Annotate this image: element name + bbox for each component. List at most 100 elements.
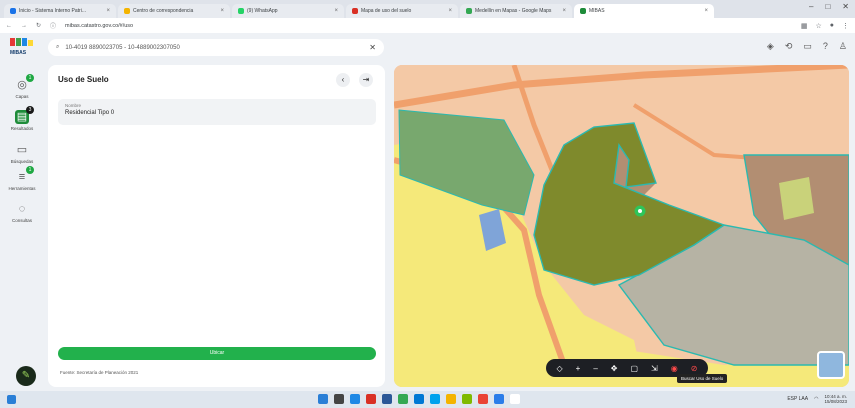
clock[interactable]: 10:44 a. m. 15/08/2023: [824, 394, 847, 404]
locate-button[interactable]: Ubicar: [58, 347, 376, 360]
tab-close-icon[interactable]: ×: [562, 8, 566, 14]
notification-badge: 3: [26, 106, 34, 114]
notification-badge: 1: [26, 166, 34, 174]
tray-lang[interactable]: ESP LAA: [787, 396, 808, 402]
browser-tab[interactable]: (9) WhatsApp ×: [232, 4, 344, 18]
taskbar-apps: [318, 394, 520, 404]
extensions-icon[interactable]: ▦: [801, 22, 808, 30]
taskbar-app-icon[interactable]: [398, 394, 408, 404]
zoom-in-icon[interactable]: +: [576, 364, 581, 373]
browser-tab[interactable]: Mapa de uso del suelo ×: [346, 4, 458, 18]
taskbar-app-icon[interactable]: [318, 394, 328, 404]
wifi-icon[interactable]: ◠: [814, 396, 818, 402]
draw-polygon-icon[interactable]: ◇: [557, 364, 563, 373]
logo-block-2: [16, 38, 21, 46]
record-icon[interactable]: ◉: [671, 364, 678, 373]
windows-start-icon[interactable]: [7, 395, 16, 404]
rail-item-consultas[interactable]: ◌ Consultas: [6, 202, 38, 223]
rail-item-capas-icon: ◎ 1: [15, 74, 34, 92]
expand-icon[interactable]: ⇲: [651, 364, 658, 373]
tool-tooltip: Buscar Uso de Suelo: [677, 374, 728, 383]
rail-item-consultas-icon: ◌: [18, 203, 26, 215]
rail-item-capas[interactable]: ◎ 1 Capas: [6, 74, 38, 99]
map-view[interactable]: [394, 65, 849, 387]
system-tray: ESP LAA ◠ 10:44 a. m. 15/08/2023: [787, 394, 847, 404]
taskbar-app-icon[interactable]: [510, 394, 520, 404]
rail-label: Resultados: [10, 126, 34, 131]
profile-icon[interactable]: ●: [830, 22, 834, 30]
rail-item-resultados[interactable]: ▤ 3 Resultados: [6, 106, 38, 131]
lime-zone: [779, 177, 814, 220]
rail-item-busquedas[interactable]: ▭ Búsquedas: [6, 143, 38, 164]
zoom-out-icon[interactable]: –: [593, 364, 597, 373]
share-icon[interactable]: ⟲: [785, 41, 793, 52]
logo-block-3: [22, 38, 27, 46]
map-canvas[interactable]: [394, 65, 849, 387]
back-button[interactable]: ‹: [336, 73, 350, 87]
tab-label: (9) WhatsApp: [247, 8, 278, 14]
taskbar-app-icon[interactable]: [334, 394, 344, 404]
search-icon: ⌕: [56, 44, 60, 50]
help-icon[interactable]: ?: [823, 41, 828, 52]
taskbar-app-icon[interactable]: [366, 394, 376, 404]
taskbar-app-icon[interactable]: [350, 394, 360, 404]
rail-label: Herramientas: [8, 186, 36, 191]
forward-icon[interactable]: →: [21, 23, 27, 29]
maximize-icon[interactable]: □: [825, 2, 830, 11]
taskbar-app-icon[interactable]: [430, 394, 440, 404]
rail-item-busquedas-icon: ▭: [16, 144, 28, 156]
left-rail: ◎ 1 Capas ▤ 3 Resultados ▭ Búsquedas ≡ 1 Herramien…: [0, 61, 44, 391]
source-footer: Fuente: Secretaría de Planeación 2021: [60, 370, 139, 375]
back-icon[interactable]: ←: [6, 23, 12, 29]
clear-icon[interactable]: ⊘: [691, 364, 698, 373]
pan-icon[interactable]: ✥: [611, 364, 618, 373]
tab-close-icon[interactable]: ×: [106, 8, 110, 14]
notification-badge: 1: [26, 74, 34, 82]
mibas-logo: MIBAS: [10, 38, 33, 58]
edit-fab-button[interactable]: ✎: [16, 366, 36, 386]
taskbar-app-icon[interactable]: [462, 394, 472, 404]
taskbar-app-icon[interactable]: [446, 394, 456, 404]
browser-tab[interactable]: Inicio - Sistema Interno Patri... ×: [4, 4, 116, 18]
windows-taskbar: ESP LAA ◠ 10:44 a. m. 15/08/2023: [0, 391, 855, 408]
tab-favicon-icon: [124, 8, 130, 14]
taskbar-app-icon[interactable]: [494, 394, 504, 404]
basemap-switcher[interactable]: [817, 351, 845, 379]
tab-close-icon[interactable]: ×: [220, 8, 224, 14]
tab-favicon-icon: [10, 8, 16, 14]
location-marker-icon[interactable]: [634, 205, 646, 217]
site-info-icon[interactable]: ⓘ: [50, 21, 56, 30]
user-icon[interactable]: ♙: [839, 41, 847, 52]
minimize-icon[interactable]: –: [809, 2, 813, 11]
browser-tab[interactable]: Centro de correspondencia ×: [118, 4, 230, 18]
tab-favicon-icon: [466, 8, 472, 14]
tab-close-icon[interactable]: ×: [448, 8, 452, 14]
collapse-panel-button[interactable]: ⇥: [359, 73, 373, 87]
tab-favicon-icon: [238, 8, 244, 14]
bookmark-icon[interactable]: ☆: [815, 22, 821, 30]
chat-icon[interactable]: ▭: [803, 41, 812, 52]
reload-icon[interactable]: ↻: [36, 22, 41, 29]
tab-label: Medellín en Mapas - Google Maps: [475, 8, 552, 14]
select-box-icon[interactable]: ▢: [630, 364, 638, 373]
search-input[interactable]: 10-4019 8890023705 - 10-4889002307050: [65, 45, 179, 51]
clear-search-icon[interactable]: ✕: [369, 43, 376, 52]
browser-tab[interactable]: Medellín en Mapas - Google Maps ×: [460, 4, 572, 18]
tab-close-icon[interactable]: ×: [704, 8, 708, 14]
taskbar-app-icon[interactable]: [478, 394, 488, 404]
menu-icon[interactable]: ⋮: [842, 22, 849, 30]
taskbar-app-icon[interactable]: [414, 394, 424, 404]
browser-tab[interactable]: MIBAS ×: [574, 4, 714, 18]
search-bar[interactable]: ⌕ 10-4019 8890023705 - 10-4889002307050 …: [48, 39, 384, 56]
layers-icon[interactable]: ◈: [767, 41, 774, 52]
rail-label: Capas: [15, 94, 29, 99]
rail-item-resultados-icon: ▤ 3: [15, 106, 34, 124]
taskbar-app-icon[interactable]: [382, 394, 392, 404]
clock-date: 15/08/2023: [824, 399, 847, 404]
rail-item-herramientas[interactable]: ≡ 1 Herramientas: [6, 166, 38, 191]
tab-close-icon[interactable]: ×: [334, 8, 338, 14]
tab-label: Centro de correspondencia: [133, 8, 194, 14]
tab-label: Inicio - Sistema Interno Patri...: [19, 8, 86, 14]
url-field[interactable]: mibas.catastro.gov.co/#/uso: [65, 23, 133, 29]
close-window-icon[interactable]: ✕: [842, 2, 849, 11]
